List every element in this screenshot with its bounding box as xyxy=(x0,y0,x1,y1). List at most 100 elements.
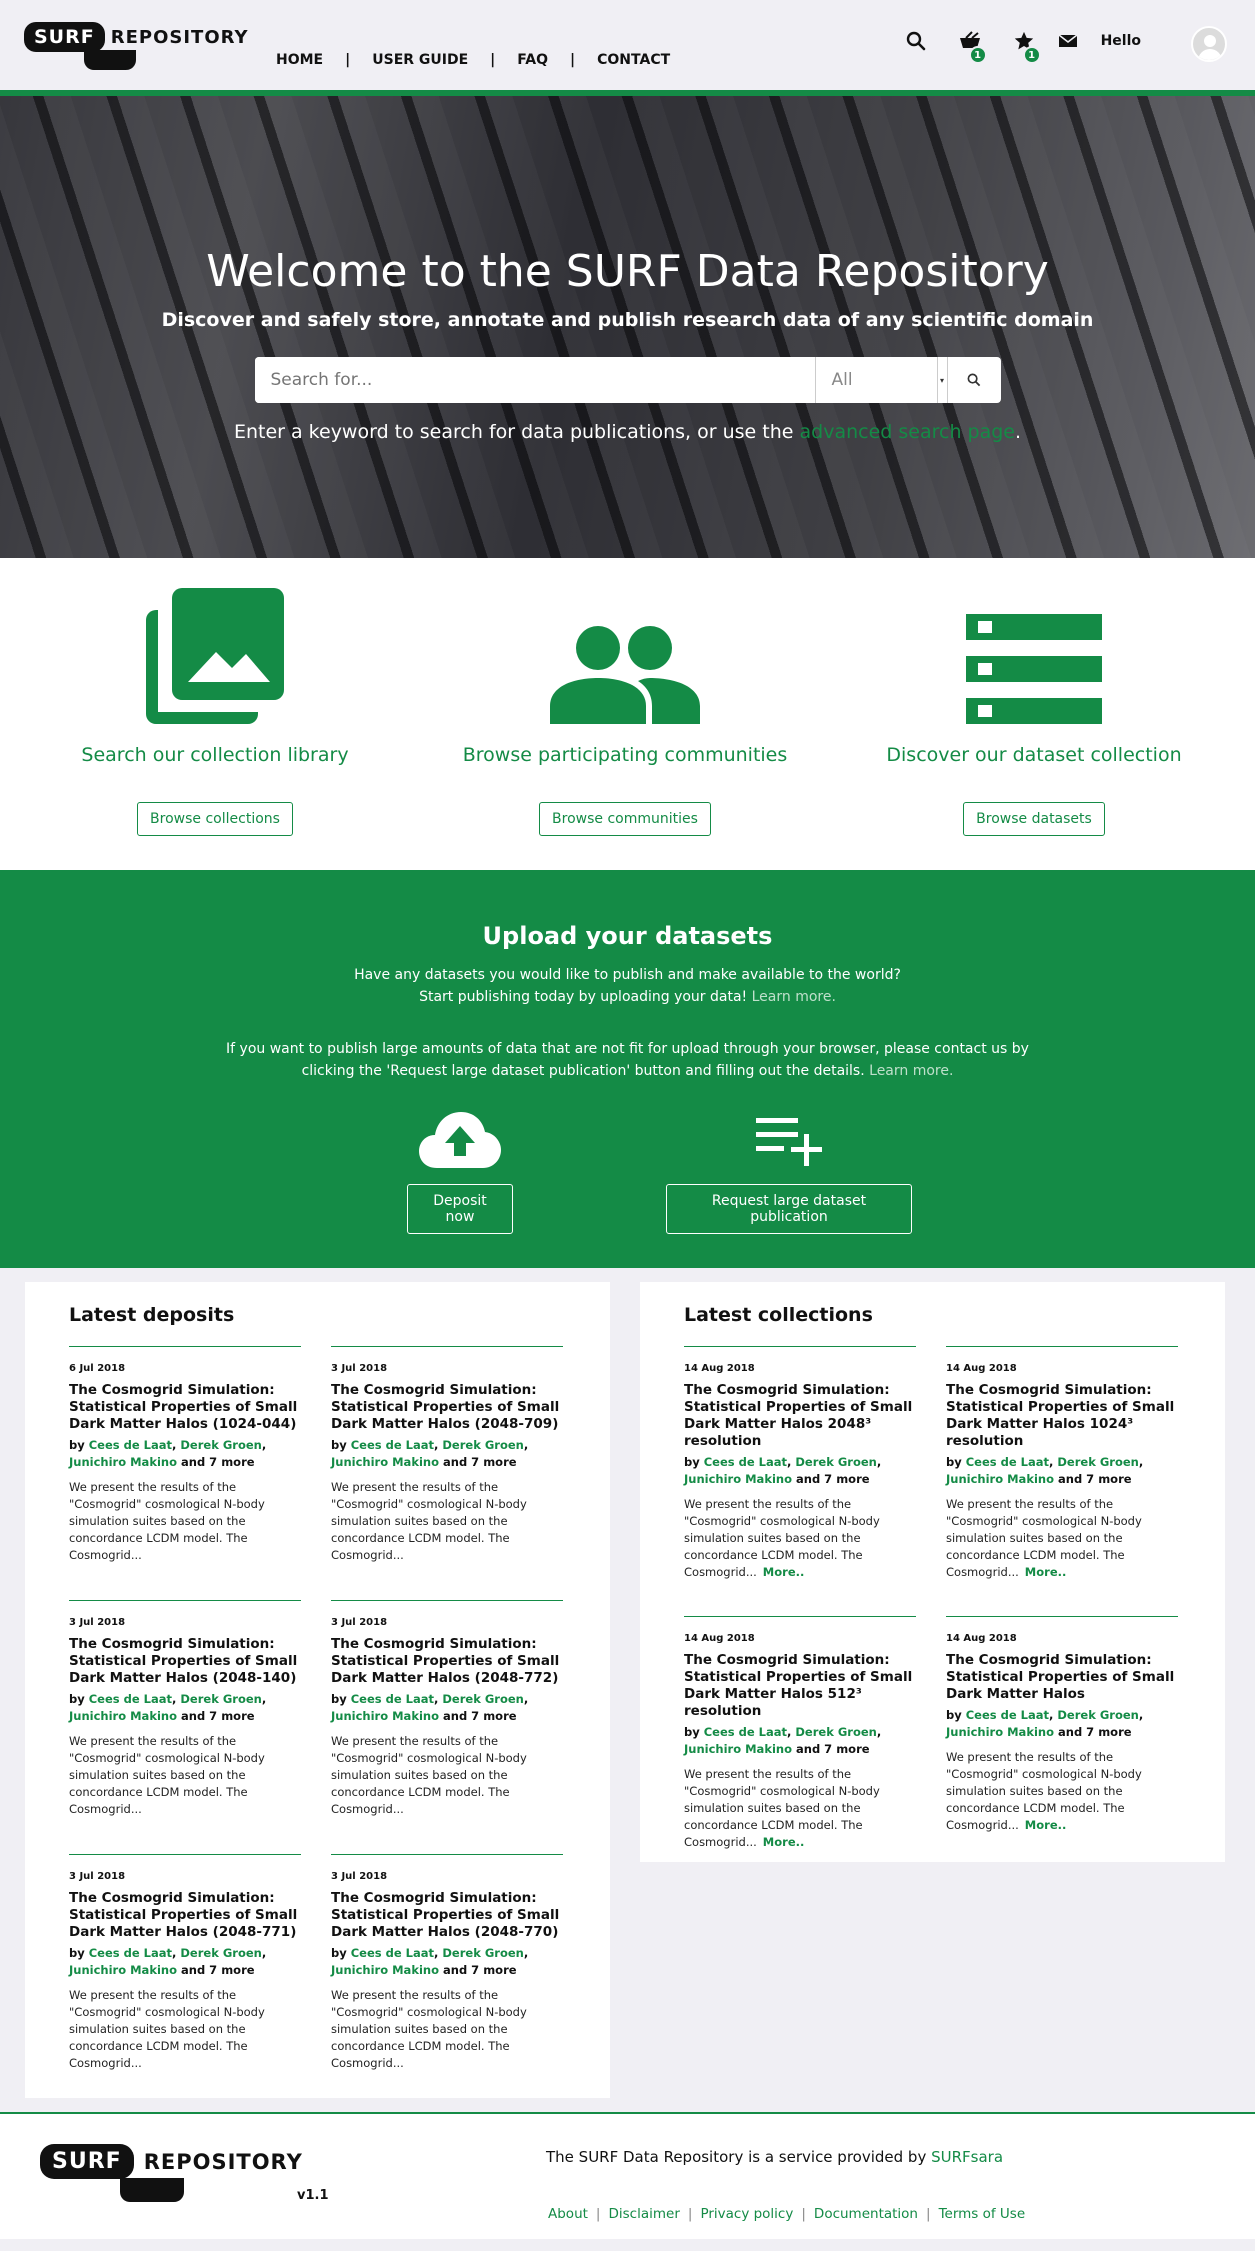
caret-down-icon: ▾ xyxy=(936,357,947,403)
nav-faq[interactable]: FAQ xyxy=(517,52,548,68)
surfsara-link[interactable]: SURFsara xyxy=(931,2148,1003,2166)
author-link[interactable]: Derek Groen xyxy=(180,1438,261,1452)
card-description: We present the results of the "Cosmogrid… xyxy=(69,1480,265,1562)
more-link[interactable]: More.. xyxy=(1025,1818,1067,1832)
cart-icon[interactable]: 1 xyxy=(957,28,987,64)
nav-home[interactable]: HOME xyxy=(276,52,323,68)
author-link[interactable]: Cees de Laat xyxy=(704,1455,787,1469)
author-link[interactable]: Junichiro Makino xyxy=(946,1725,1054,1739)
search-input[interactable] xyxy=(254,357,815,403)
footer-link-documentation[interactable]: Documentation xyxy=(814,2206,918,2222)
card-title[interactable]: The Cosmogrid Simulation: Statistical Pr… xyxy=(331,1382,563,1433)
author-link[interactable]: Derek Groen xyxy=(180,1692,261,1706)
more-link[interactable]: More.. xyxy=(1025,1565,1067,1579)
nav-contact[interactable]: CONTACT xyxy=(597,52,670,68)
author-link[interactable]: Cees de Laat xyxy=(966,1708,1049,1722)
authors-more: and 7 more xyxy=(439,1709,517,1723)
card-date: 3 Jul 2018 xyxy=(331,1363,388,1374)
card-title[interactable]: The Cosmogrid Simulation: Statistical Pr… xyxy=(946,1382,1178,1450)
card-authors: by Cees de Laat, Derek Groen, Junichiro … xyxy=(946,1708,1144,1739)
author-link[interactable]: Cees de Laat xyxy=(351,1946,434,1960)
author-link[interactable]: Derek Groen xyxy=(180,1946,261,1960)
author-link[interactable]: Cees de Laat xyxy=(704,1725,787,1739)
hero-title: Welcome to the SURF Data Repository xyxy=(206,246,1049,297)
avatar-torso xyxy=(1198,49,1222,60)
card-description: We present the results of the "Cosmogrid… xyxy=(69,1988,265,2070)
collection-card[interactable]: 14 Aug 2018 The Cosmogrid Simulation: St… xyxy=(946,1616,1178,1834)
author-link[interactable]: Junichiro Makino xyxy=(69,1709,177,1723)
user-avatar[interactable] xyxy=(1191,26,1227,62)
deposit-card[interactable]: 3 Jul 2018 The Cosmogrid Simulation: Sta… xyxy=(69,1854,301,2072)
card-title[interactable]: The Cosmogrid Simulation: Statistical Pr… xyxy=(684,1652,916,1720)
author-link[interactable]: Derek Groen xyxy=(795,1455,876,1469)
collection-card[interactable]: 14 Aug 2018 The Cosmogrid Simulation: St… xyxy=(684,1346,916,1581)
request-large-dataset-button[interactable]: Request large dataset publication xyxy=(666,1184,912,1234)
author-link[interactable]: Derek Groen xyxy=(442,1438,523,1452)
author-link[interactable]: Cees de Laat xyxy=(89,1946,172,1960)
learn-more-link[interactable]: Learn more. xyxy=(869,1063,953,1079)
authors-by: by xyxy=(331,1946,351,1960)
author-link[interactable]: Junichiro Makino xyxy=(684,1472,792,1486)
footer-logo[interactable]: SURF REPOSITORY xyxy=(40,2144,303,2202)
card-authors: by Cees de Laat, Derek Groen, Junichiro … xyxy=(69,1692,267,1723)
deposit-card[interactable]: 3 Jul 2018 The Cosmogrid Simulation: Sta… xyxy=(331,1600,563,1818)
more-link[interactable]: More.. xyxy=(763,1565,805,1579)
author-link[interactable]: Junichiro Makino xyxy=(684,1742,792,1756)
deposit-card[interactable]: 6 Jul 2018 The Cosmogrid Simulation: Sta… xyxy=(69,1346,301,1564)
card-authors: by Cees de Laat, Derek Groen, Junichiro … xyxy=(331,1438,529,1469)
author-link[interactable]: Junichiro Makino xyxy=(69,1963,177,1977)
card-title[interactable]: The Cosmogrid Simulation: Statistical Pr… xyxy=(331,1636,563,1687)
card-title[interactable]: The Cosmogrid Simulation: Statistical Pr… xyxy=(69,1636,301,1687)
author-link[interactable]: Cees de Laat xyxy=(89,1692,172,1706)
card-date: 3 Jul 2018 xyxy=(69,1871,126,1882)
more-link[interactable]: More.. xyxy=(763,1835,805,1849)
card-title[interactable]: The Cosmogrid Simulation: Statistical Pr… xyxy=(69,1382,301,1433)
browse-communities-button[interactable]: Browse communities xyxy=(539,802,711,836)
author-link[interactable]: Junichiro Makino xyxy=(946,1472,1054,1486)
learn-more-link[interactable]: Learn more. xyxy=(752,989,836,1005)
footer-link-terms[interactable]: Terms of Use xyxy=(939,2206,1026,2222)
author-link[interactable]: Junichiro Makino xyxy=(331,1709,439,1723)
footer-link-privacy[interactable]: Privacy policy xyxy=(700,2206,793,2222)
dataset-list-icon xyxy=(844,584,1224,724)
card-authors: by Cees de Laat, Derek Groen, Junichiro … xyxy=(69,1946,267,1977)
collection-card[interactable]: 14 Aug 2018 The Cosmogrid Simulation: St… xyxy=(946,1346,1178,1581)
nav-user-guide[interactable]: USER GUIDE xyxy=(372,52,468,68)
deposit-card[interactable]: 3 Jul 2018 The Cosmogrid Simulation: Sta… xyxy=(331,1346,563,1564)
author-link[interactable]: Derek Groen xyxy=(442,1946,523,1960)
author-link[interactable]: Junichiro Makino xyxy=(331,1455,439,1469)
search-icon[interactable] xyxy=(903,28,929,54)
browse-collections-button[interactable]: Browse collections xyxy=(137,802,293,836)
author-link[interactable]: Cees de Laat xyxy=(89,1438,172,1452)
search-scope-select[interactable]: All ▾ xyxy=(814,357,947,403)
footer-link-about[interactable]: About xyxy=(548,2206,588,2222)
deposit-card[interactable]: 3 Jul 2018 The Cosmogrid Simulation: Sta… xyxy=(331,1854,563,2072)
author-link[interactable]: Cees de Laat xyxy=(351,1692,434,1706)
author-link[interactable]: Derek Groen xyxy=(1057,1708,1138,1722)
author-link[interactable]: Derek Groen xyxy=(1057,1455,1138,1469)
mail-icon[interactable] xyxy=(1055,28,1081,54)
card-title[interactable]: The Cosmogrid Simulation: Statistical Pr… xyxy=(684,1382,916,1450)
site-logo[interactable]: SURF REPOSITORY xyxy=(24,22,249,70)
feature-communities: Browse participating communities Browse … xyxy=(435,584,815,836)
author-link[interactable]: Derek Groen xyxy=(795,1725,876,1739)
author-link[interactable]: Cees de Laat xyxy=(351,1438,434,1452)
author-link[interactable]: Cees de Laat xyxy=(966,1455,1049,1469)
deposit-card[interactable]: 3 Jul 2018 The Cosmogrid Simulation: Sta… xyxy=(69,1600,301,1818)
main-nav: HOME | USER GUIDE | FAQ | CONTACT xyxy=(276,52,670,68)
card-title[interactable]: The Cosmogrid Simulation: Statistical Pr… xyxy=(331,1890,563,1941)
browse-datasets-button[interactable]: Browse datasets xyxy=(963,802,1105,836)
author-link[interactable]: Derek Groen xyxy=(442,1692,523,1706)
image-collection-icon xyxy=(25,584,405,724)
advanced-search-link[interactable]: advanced search page xyxy=(800,421,1015,443)
card-title[interactable]: The Cosmogrid Simulation: Statistical Pr… xyxy=(946,1652,1178,1703)
star-icon[interactable]: 1 xyxy=(1011,28,1041,64)
collection-card[interactable]: 14 Aug 2018 The Cosmogrid Simulation: St… xyxy=(684,1616,916,1851)
deposit-now-button[interactable]: Deposit now xyxy=(407,1184,513,1234)
user-greeting[interactable]: Hello xyxy=(1101,33,1141,49)
author-link[interactable]: Junichiro Makino xyxy=(69,1455,177,1469)
author-link[interactable]: Junichiro Makino xyxy=(331,1963,439,1977)
card-title[interactable]: The Cosmogrid Simulation: Statistical Pr… xyxy=(69,1890,301,1941)
footer-link-disclaimer[interactable]: Disclaimer xyxy=(608,2206,679,2222)
search-submit-button[interactable] xyxy=(946,357,1001,403)
